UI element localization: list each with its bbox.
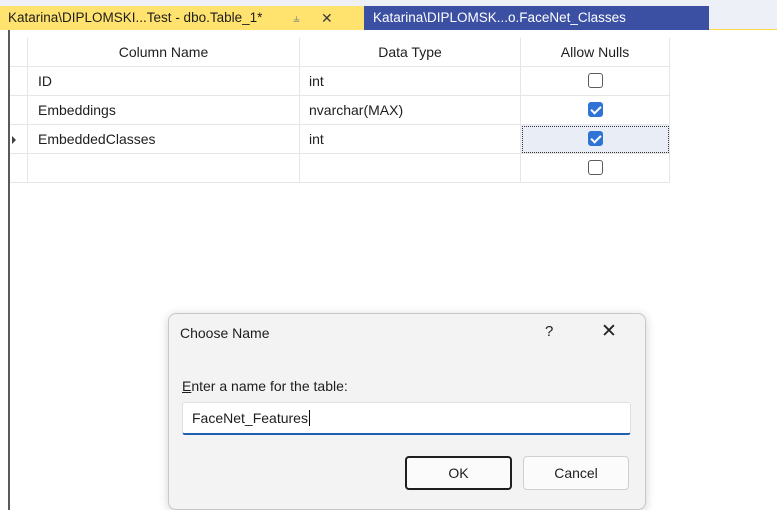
data-type-cell[interactable]: int: [300, 125, 521, 154]
text-caret: [308, 410, 310, 426]
pin-icon[interactable]: ⫨: [293, 6, 300, 30]
tab-title: Katarina\DIPLOMSK...o.FaceNet_Classes: [373, 10, 626, 25]
document-tab-bar: Katarina\DIPLOMSKI...Test - dbo.Table_1*…: [0, 0, 777, 30]
data-type-header[interactable]: Data Type: [300, 38, 521, 67]
column-name-cell[interactable]: Embeddings: [28, 96, 300, 125]
current-row-arrow-icon: [12, 136, 16, 144]
prompt-mnemonic: E: [182, 378, 192, 394]
table-name-prompt: Enter a name for the table:: [182, 378, 348, 394]
table-row[interactable]: ID int: [10, 67, 670, 96]
table-row[interactable]: [10, 154, 670, 183]
table-name-input[interactable]: FaceNet_Features: [182, 402, 631, 435]
tab-facenet-classes[interactable]: Katarina\DIPLOMSK...o.FaceNet_Classes: [364, 6, 709, 30]
row-selector[interactable]: [10, 67, 28, 96]
data-type-cell[interactable]: [300, 154, 521, 183]
allow-nulls-checkbox[interactable]: [588, 102, 603, 117]
allow-nulls-cell[interactable]: [521, 67, 670, 96]
table-row[interactable]: EmbeddedClasses int: [10, 125, 670, 154]
column-name-cell[interactable]: [28, 154, 300, 183]
allow-nulls-checkbox[interactable]: [588, 160, 603, 175]
allow-nulls-checkbox[interactable]: [588, 131, 603, 146]
table-row[interactable]: Embeddings nvarchar(MAX): [10, 96, 670, 125]
close-icon[interactable]: ✕: [601, 320, 617, 343]
column-name-cell[interactable]: ID: [28, 67, 300, 96]
ok-button[interactable]: OK: [405, 456, 512, 490]
allow-nulls-cell[interactable]: [521, 96, 670, 125]
help-icon[interactable]: ?: [545, 323, 553, 340]
allow-nulls-checkbox[interactable]: [588, 73, 603, 88]
row-selector-header: [10, 38, 28, 67]
prompt-text: nter a name for the table:: [191, 378, 348, 394]
allow-nulls-cell[interactable]: [521, 125, 670, 154]
cancel-button[interactable]: Cancel: [523, 456, 629, 490]
grid-header-row: Column Name Data Type Allow Nulls: [10, 38, 670, 67]
row-selector[interactable]: [10, 125, 28, 154]
column-name-header[interactable]: Column Name: [28, 38, 300, 67]
tab-title: Katarina\DIPLOMSKI...Test - dbo.Table_1*: [8, 10, 263, 25]
close-icon[interactable]: ✕: [321, 6, 333, 30]
dialog-title: Choose Name: [180, 325, 270, 341]
data-type-cell[interactable]: int: [300, 67, 521, 96]
row-selector[interactable]: [10, 154, 28, 183]
allow-nulls-header[interactable]: Allow Nulls: [521, 38, 670, 67]
row-selector[interactable]: [10, 96, 28, 125]
column-name-cell[interactable]: EmbeddedClasses: [28, 125, 300, 154]
table-name-value: FaceNet_Features: [192, 410, 308, 426]
tab-table-1[interactable]: Katarina\DIPLOMSKI...Test - dbo.Table_1*…: [0, 6, 370, 30]
allow-nulls-cell[interactable]: [521, 154, 670, 183]
data-type-cell[interactable]: nvarchar(MAX): [300, 96, 521, 125]
choose-name-dialog: Choose Name ? ✕ Enter a name for the tab…: [168, 313, 646, 510]
